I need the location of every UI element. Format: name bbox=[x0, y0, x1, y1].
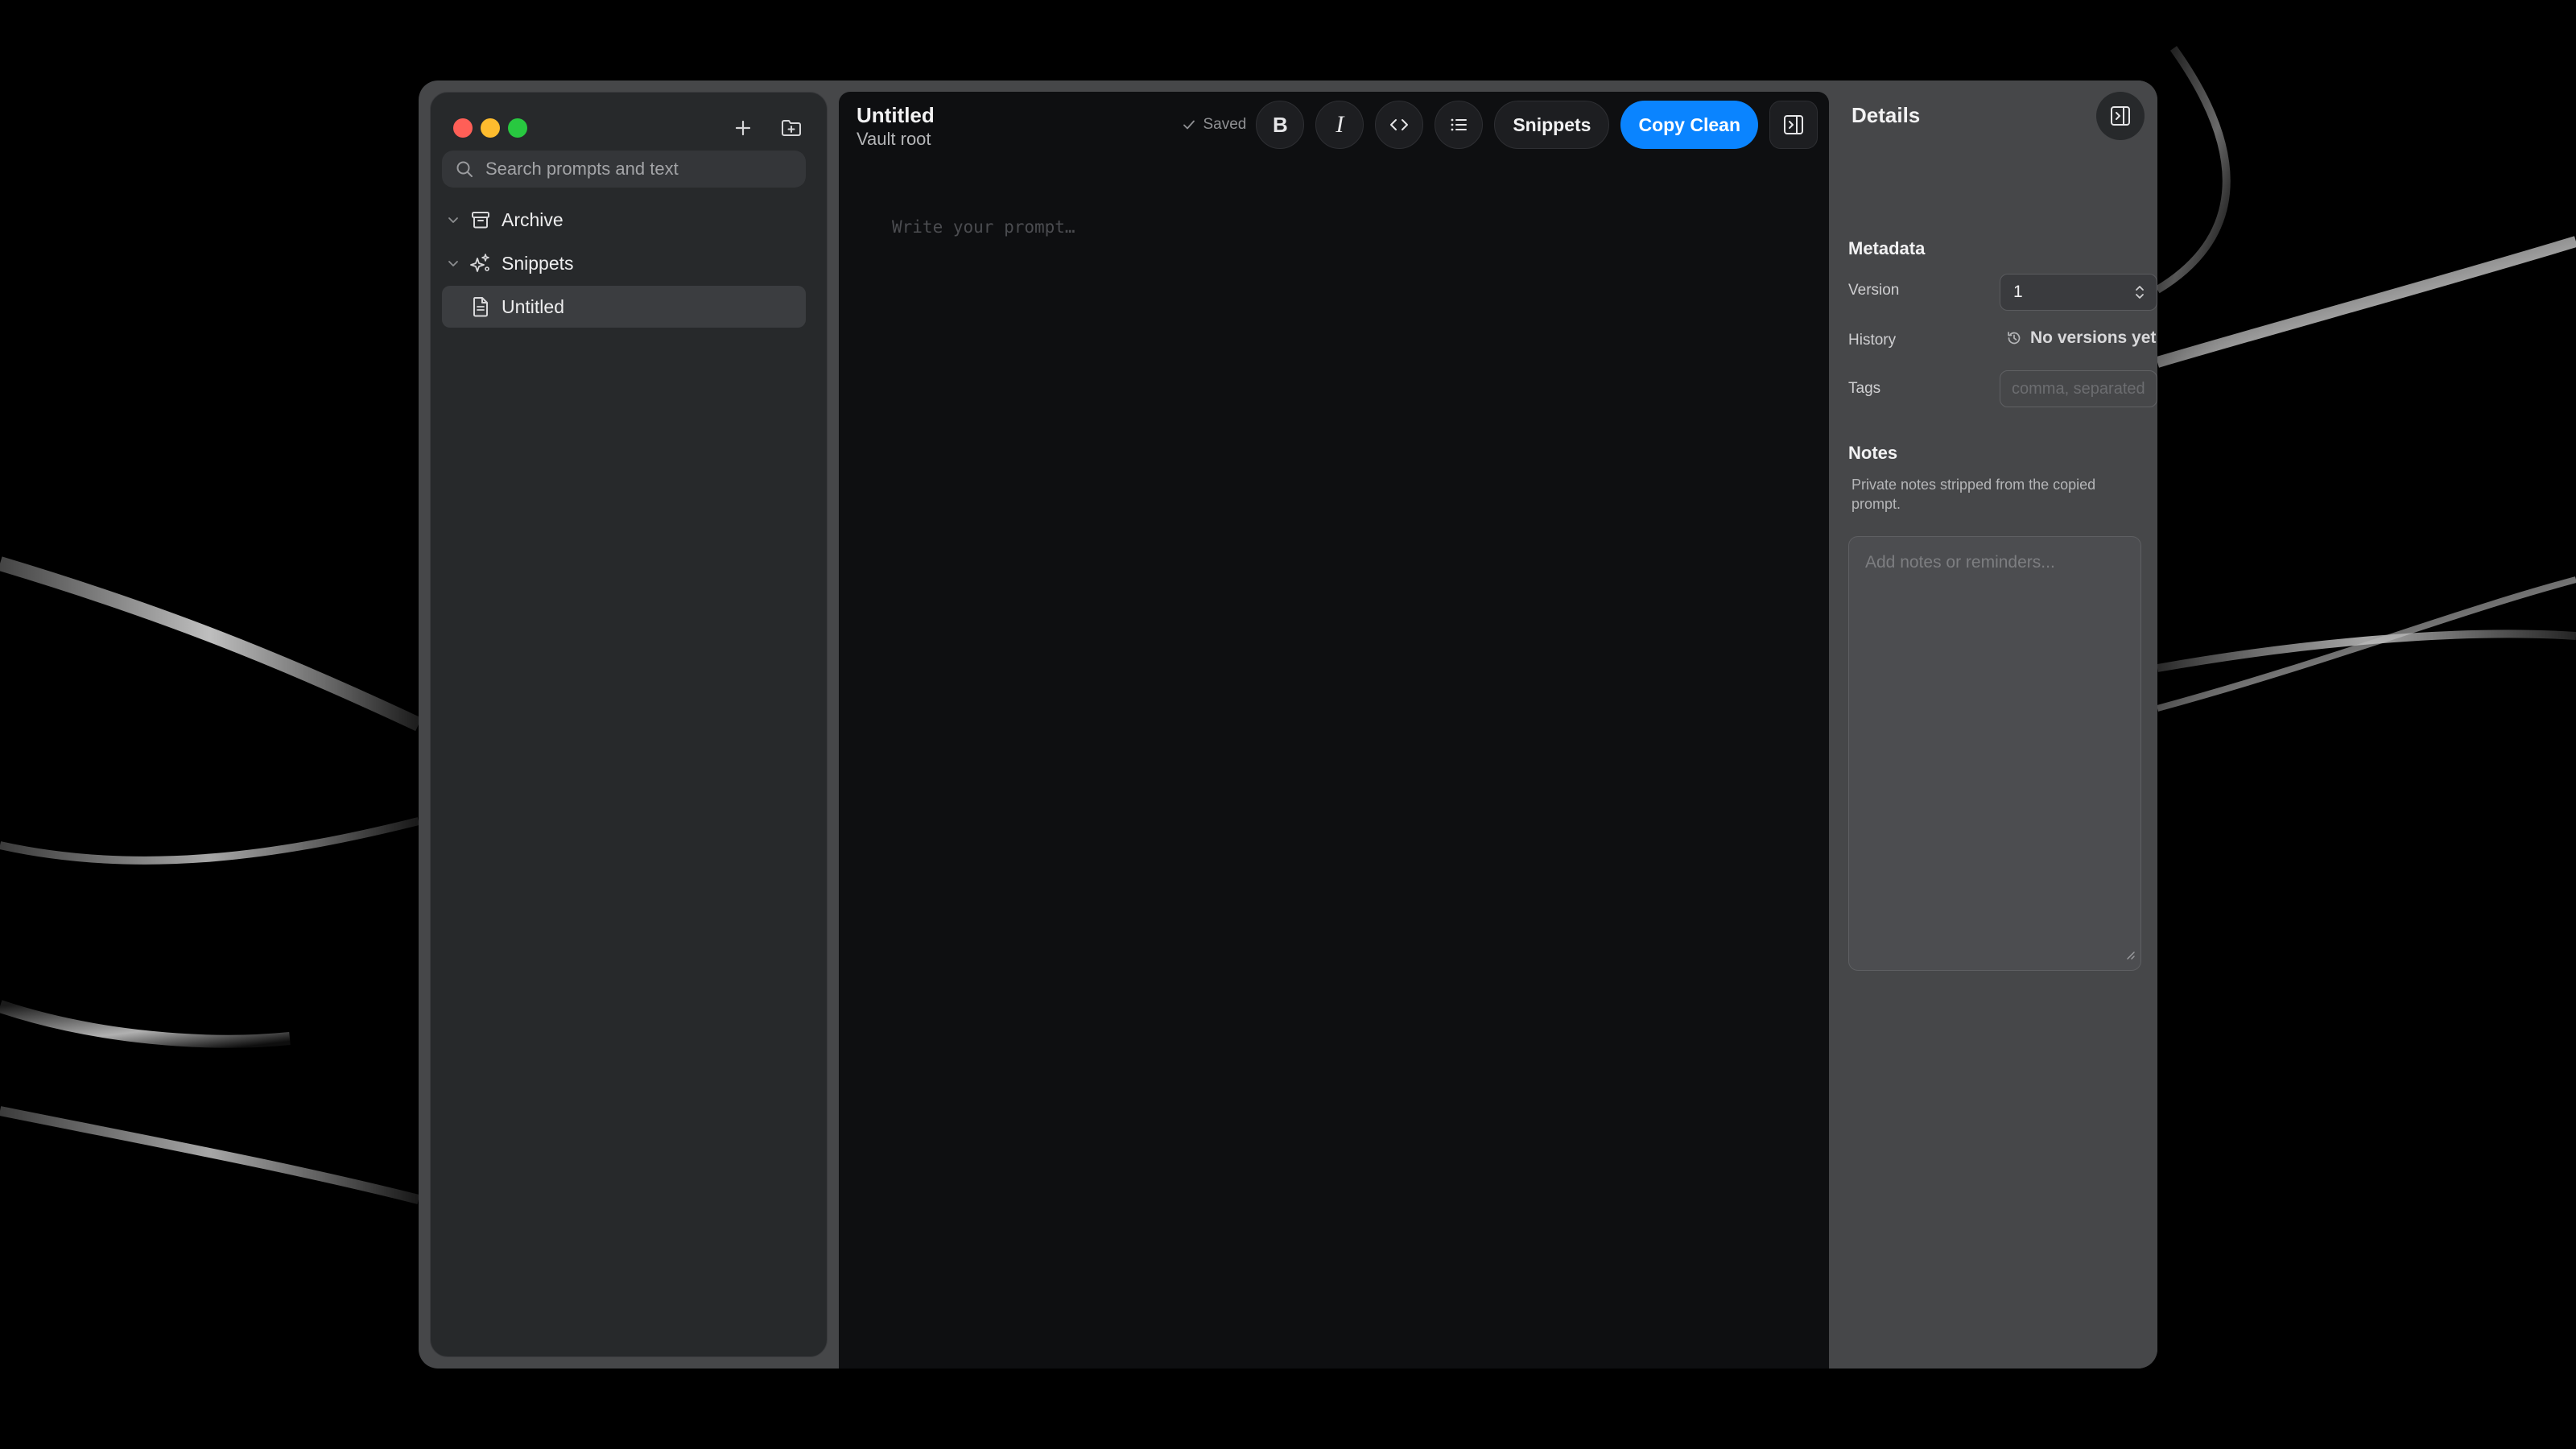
notes-description: Private notes stripped from the copied p… bbox=[1852, 477, 2096, 512]
resize-grip-icon[interactable] bbox=[2123, 946, 2136, 965]
document-icon bbox=[468, 294, 493, 320]
history-status: No versions yet bbox=[2006, 328, 2156, 348]
italic-button[interactable]: I bbox=[1315, 101, 1364, 149]
stepper-icon[interactable] bbox=[2134, 283, 2145, 302]
sidebar: Search prompts and text Archive Snippets bbox=[430, 92, 828, 1357]
details-title: Details bbox=[1852, 103, 1921, 127]
sidebar-item-label: Archive bbox=[502, 208, 564, 230]
search-icon bbox=[453, 158, 476, 180]
save-status-label: Saved bbox=[1203, 116, 1247, 133]
code-button[interactable] bbox=[1375, 101, 1424, 149]
editor-pane: Untitled Vault root Saved B I Snippets C… bbox=[839, 92, 1829, 1368]
app-window: Search prompts and text Archive Snippets bbox=[419, 80, 2157, 1368]
version-value: 1 bbox=[2013, 283, 2023, 301]
sidebar-item-archive[interactable]: Archive bbox=[442, 199, 806, 241]
search-placeholder: Search prompts and text bbox=[485, 159, 679, 179]
chevron-down-icon[interactable] bbox=[444, 213, 463, 226]
new-folder-button[interactable] bbox=[774, 110, 809, 146]
tags-input[interactable]: comma, separated bbox=[2000, 370, 2157, 407]
metadata-heading: Metadata bbox=[1848, 238, 1926, 258]
close-window-button[interactable] bbox=[453, 118, 473, 138]
sidebar-right-icon bbox=[2111, 106, 2130, 126]
checkmark-icon bbox=[1182, 118, 1196, 132]
search-input[interactable]: Search prompts and text bbox=[442, 151, 806, 188]
tags-label: Tags bbox=[1848, 380, 1881, 397]
snippets-button[interactable]: Snippets bbox=[1494, 101, 1610, 149]
notes-placeholder: Add notes or reminders... bbox=[1865, 553, 2055, 572]
minimize-window-button[interactable] bbox=[481, 118, 500, 138]
bold-icon: B bbox=[1272, 112, 1288, 137]
italic-icon: I bbox=[1335, 111, 1344, 138]
copy-clean-button[interactable]: Copy Clean bbox=[1620, 101, 1758, 149]
prompt-editor[interactable]: Write your prompt… bbox=[892, 217, 1075, 237]
folder-plus-icon bbox=[782, 120, 801, 136]
archive-icon bbox=[468, 207, 493, 233]
version-label: Version bbox=[1848, 282, 1900, 299]
sidebar-item-untitled[interactable]: Untitled bbox=[442, 286, 806, 328]
toggle-details-button[interactable] bbox=[1769, 101, 1818, 149]
sidebar-item-label: Untitled bbox=[502, 295, 564, 317]
details-panel: Details Metadata Version 1 History No ve… bbox=[1829, 80, 2157, 1368]
version-stepper[interactable]: 1 bbox=[2000, 274, 2157, 311]
history-value: No versions yet bbox=[2030, 328, 2157, 347]
document-title[interactable]: Untitled bbox=[857, 103, 935, 128]
list-icon bbox=[1451, 118, 1468, 131]
new-prompt-button[interactable] bbox=[725, 110, 761, 146]
code-icon bbox=[1390, 119, 1409, 130]
history-label: History bbox=[1848, 332, 1897, 349]
sidebar-item-label: Snippets bbox=[502, 252, 574, 274]
editor-toolbar: Saved B I Snippets Copy Clean bbox=[1182, 100, 1818, 150]
notes-heading: Notes bbox=[1848, 443, 1898, 463]
bold-button[interactable]: B bbox=[1256, 101, 1305, 149]
chevron-down-icon[interactable] bbox=[444, 257, 463, 270]
notes-textarea[interactable]: Add notes or reminders... bbox=[1848, 536, 2141, 971]
history-icon bbox=[2006, 330, 2022, 346]
plus-icon bbox=[735, 120, 751, 136]
sidebar-item-snippets[interactable]: Snippets bbox=[442, 242, 806, 284]
close-details-button[interactable] bbox=[2096, 92, 2145, 140]
zoom-window-button[interactable] bbox=[508, 118, 527, 138]
list-button[interactable] bbox=[1435, 101, 1484, 149]
save-status: Saved bbox=[1182, 116, 1246, 134]
document-location: Vault root bbox=[857, 129, 931, 149]
sidebar-right-icon bbox=[1784, 115, 1803, 134]
snippets-icon bbox=[468, 250, 493, 276]
